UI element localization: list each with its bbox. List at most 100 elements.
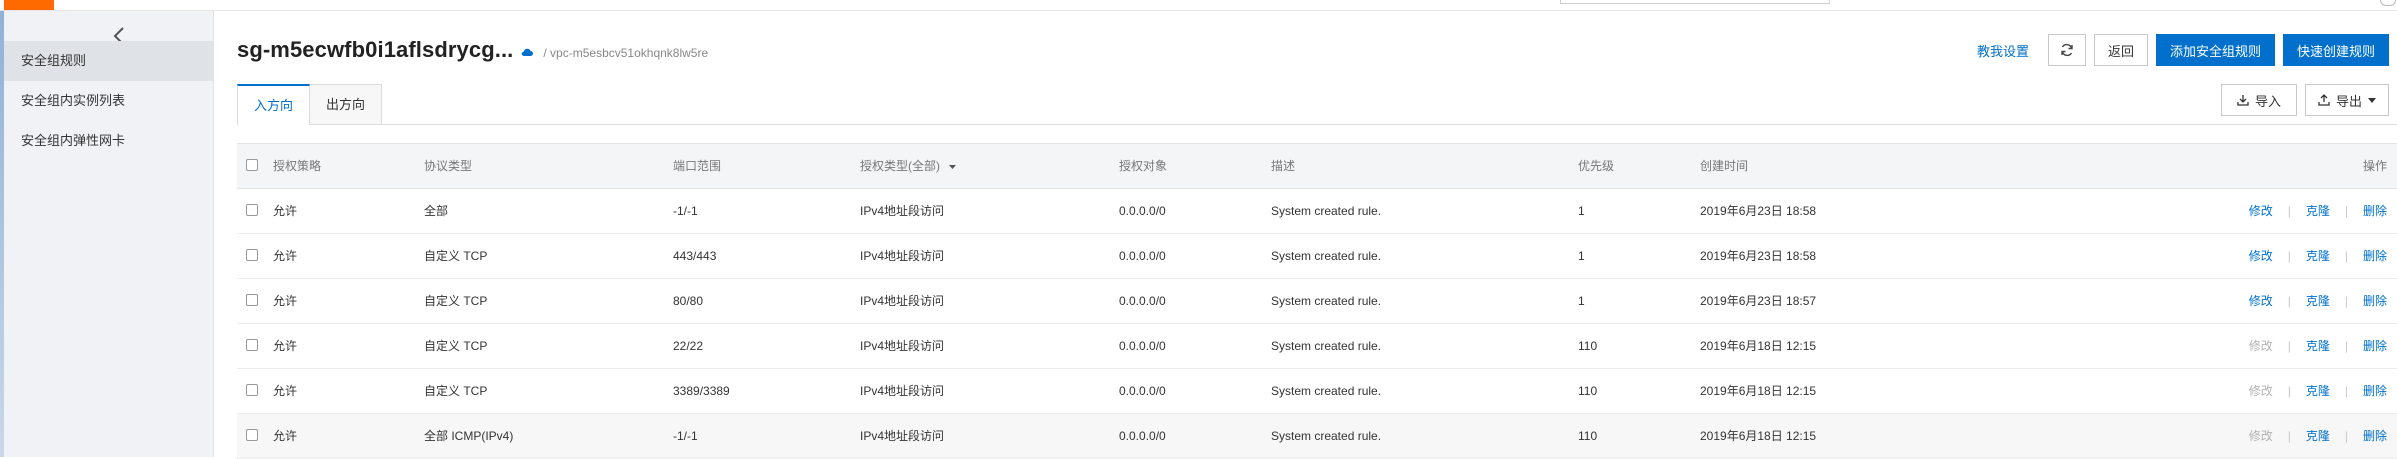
edit-link[interactable]: 修改 bbox=[2249, 279, 2273, 323]
cell-priority: 1 bbox=[1578, 249, 1585, 263]
refresh-button[interactable] bbox=[2048, 34, 2086, 66]
row-checkbox[interactable] bbox=[246, 249, 258, 261]
clone-link[interactable]: 克隆 bbox=[2306, 369, 2330, 413]
export-dropdown-button[interactable]: 导出 bbox=[2305, 84, 2389, 116]
cell-desc: System created rule. bbox=[1271, 339, 1382, 353]
cell-auth-type: IPv4地址段访问 bbox=[860, 339, 945, 353]
cell-object: 0.0.0.0/0 bbox=[1119, 294, 1166, 308]
cell-created: 2019年6月23日 18:58 bbox=[1700, 204, 1817, 218]
clone-link[interactable]: 克隆 bbox=[2306, 189, 2330, 233]
delete-link[interactable]: 删除 bbox=[2363, 324, 2387, 368]
action-divider: | bbox=[2287, 429, 2291, 443]
cell-object: 0.0.0.0/0 bbox=[1119, 429, 1166, 443]
delete-link[interactable]: 删除 bbox=[2363, 279, 2387, 323]
cell-priority: 1 bbox=[1578, 294, 1585, 308]
cell-object: 0.0.0.0/0 bbox=[1119, 384, 1166, 398]
cell-desc: System created rule. bbox=[1271, 384, 1382, 398]
cell-created: 2019年6月18日 12:15 bbox=[1700, 339, 1817, 353]
cell-desc: System created rule. bbox=[1271, 429, 1382, 443]
row-checkbox[interactable] bbox=[246, 339, 258, 351]
vpc-id[interactable]: / vpc-m5esbcv51okhqnk8lw5re bbox=[543, 46, 708, 60]
col-port: 端口范围 bbox=[673, 159, 722, 173]
cloud-icon bbox=[521, 48, 534, 57]
sidebar-item-rules[interactable]: 安全组规则 bbox=[4, 41, 213, 81]
cell-policy: 允许 bbox=[273, 204, 298, 218]
cell-created: 2019年6月23日 18:57 bbox=[1700, 294, 1817, 308]
download-icon bbox=[2237, 95, 2249, 106]
select-all-checkbox[interactable] bbox=[246, 159, 258, 171]
cell-priority: 110 bbox=[1578, 384, 1598, 398]
cell-created: 2019年6月18日 12:15 bbox=[1700, 429, 1817, 443]
console-topbar bbox=[0, 0, 2397, 11]
top-search-input[interactable] bbox=[1560, 0, 1830, 4]
edit-link: 修改 bbox=[2248, 429, 2273, 443]
quick-create-rule-button[interactable]: 快速创建规则 bbox=[2283, 34, 2389, 66]
edit-link: 修改 bbox=[2248, 339, 2273, 353]
user-avatar[interactable] bbox=[2380, 0, 2396, 6]
clone-link[interactable]: 克隆 bbox=[2306, 324, 2330, 368]
table-row: 允许 自定义 TCP 443/443 IPv4地址段访问 0.0.0.0/0 System… bbox=[237, 234, 2397, 279]
sort-caret-icon bbox=[949, 164, 957, 169]
row-actions: 修改 | 克隆 | 删除 bbox=[2249, 279, 2387, 323]
cell-policy: 允许 bbox=[273, 429, 298, 443]
delete-link[interactable]: 删除 bbox=[2363, 369, 2387, 413]
delete-link[interactable]: 删除 bbox=[2363, 414, 2387, 458]
cell-priority: 110 bbox=[1578, 339, 1598, 353]
action-divider: | bbox=[2344, 249, 2348, 263]
table-row: 允许 自定义 TCP 3389/3389 IPv4地址段访问 0.0.0.0/0 Syst… bbox=[237, 369, 2397, 414]
import-label: 导入 bbox=[2254, 93, 2281, 109]
row-checkbox[interactable] bbox=[246, 294, 258, 306]
caret-down-icon bbox=[2368, 97, 2376, 103]
title-row: sg-m5ecwfb0i1aflsdrycg... / vpc-m5esbcv5… bbox=[237, 35, 708, 65]
cell-policy: 允许 bbox=[273, 339, 298, 353]
cell-port: -1/-1 bbox=[673, 204, 698, 218]
back-button[interactable]: 返回 bbox=[2094, 34, 2148, 66]
teach-me-link[interactable]: 教我设置 bbox=[1977, 41, 2029, 60]
action-divider: | bbox=[2344, 294, 2348, 308]
sidebar: 安全组规则 安全组内实例列表 安全组内弹性网卡 bbox=[4, 11, 214, 457]
page-title: sg-m5ecwfb0i1aflsdrycg... bbox=[237, 37, 514, 62]
table-body: 允许 全部 -1/-1 IPv4地址段访问 0.0.0.0/0 System create… bbox=[237, 189, 2397, 459]
cell-object: 0.0.0.0/0 bbox=[1119, 249, 1166, 263]
cell-protocol: 自定义 TCP bbox=[424, 249, 488, 263]
add-rule-button[interactable]: 添加安全组规则 bbox=[2156, 34, 2275, 66]
edit-link[interactable]: 修改 bbox=[2249, 189, 2273, 233]
col-priority: 优先级 bbox=[1578, 159, 1615, 173]
delete-link[interactable]: 删除 bbox=[2363, 234, 2387, 278]
export-label: 导出 bbox=[2335, 93, 2362, 109]
clone-link[interactable]: 克隆 bbox=[2306, 279, 2330, 323]
cell-port: 443/443 bbox=[673, 249, 717, 263]
delete-link[interactable]: 删除 bbox=[2363, 189, 2387, 233]
cell-protocol: 自定义 TCP bbox=[424, 339, 488, 353]
tabs-divider bbox=[237, 124, 2397, 125]
cell-policy: 允许 bbox=[273, 294, 298, 308]
clone-link[interactable]: 克隆 bbox=[2306, 234, 2330, 278]
col-protocol: 协议类型 bbox=[424, 159, 473, 173]
row-checkbox[interactable] bbox=[246, 384, 258, 396]
sidebar-item-eni[interactable]: 安全组内弹性网卡 bbox=[4, 121, 213, 161]
cell-desc: System created rule. bbox=[1271, 249, 1382, 263]
action-divider: | bbox=[2344, 339, 2348, 353]
col-auth-type-filter[interactable]: 授权类型(全部) bbox=[860, 144, 957, 188]
brand-logo[interactable] bbox=[4, 0, 54, 10]
cell-auth-type: IPv4地址段访问 bbox=[860, 429, 945, 443]
tab-inbound[interactable]: 入方向 bbox=[237, 84, 311, 125]
row-checkbox[interactable] bbox=[246, 429, 258, 441]
edit-link[interactable]: 修改 bbox=[2249, 234, 2273, 278]
action-divider: | bbox=[2287, 339, 2291, 353]
sidebar-item-instances[interactable]: 安全组内实例列表 bbox=[4, 81, 213, 121]
action-divider: | bbox=[2287, 204, 2291, 218]
action-divider: | bbox=[2344, 384, 2348, 398]
tab-outbound[interactable]: 出方向 bbox=[309, 84, 383, 124]
clone-link[interactable]: 克隆 bbox=[2306, 414, 2330, 458]
col-created: 创建时间 bbox=[1700, 159, 1749, 173]
import-button[interactable]: 导入 bbox=[2221, 84, 2297, 116]
row-checkbox[interactable] bbox=[246, 204, 258, 216]
table-tools: 导入 导出 bbox=[2221, 84, 2389, 116]
upload-icon bbox=[2318, 94, 2330, 106]
col-policy: 授权策略 bbox=[273, 159, 322, 173]
cell-port: -1/-1 bbox=[673, 429, 698, 443]
cell-port: 22/22 bbox=[673, 339, 704, 353]
cell-object: 0.0.0.0/0 bbox=[1119, 204, 1166, 218]
table-row: 允许 自定义 TCP 22/22 IPv4地址段访问 0.0.0.0/0 System c… bbox=[237, 324, 2397, 369]
